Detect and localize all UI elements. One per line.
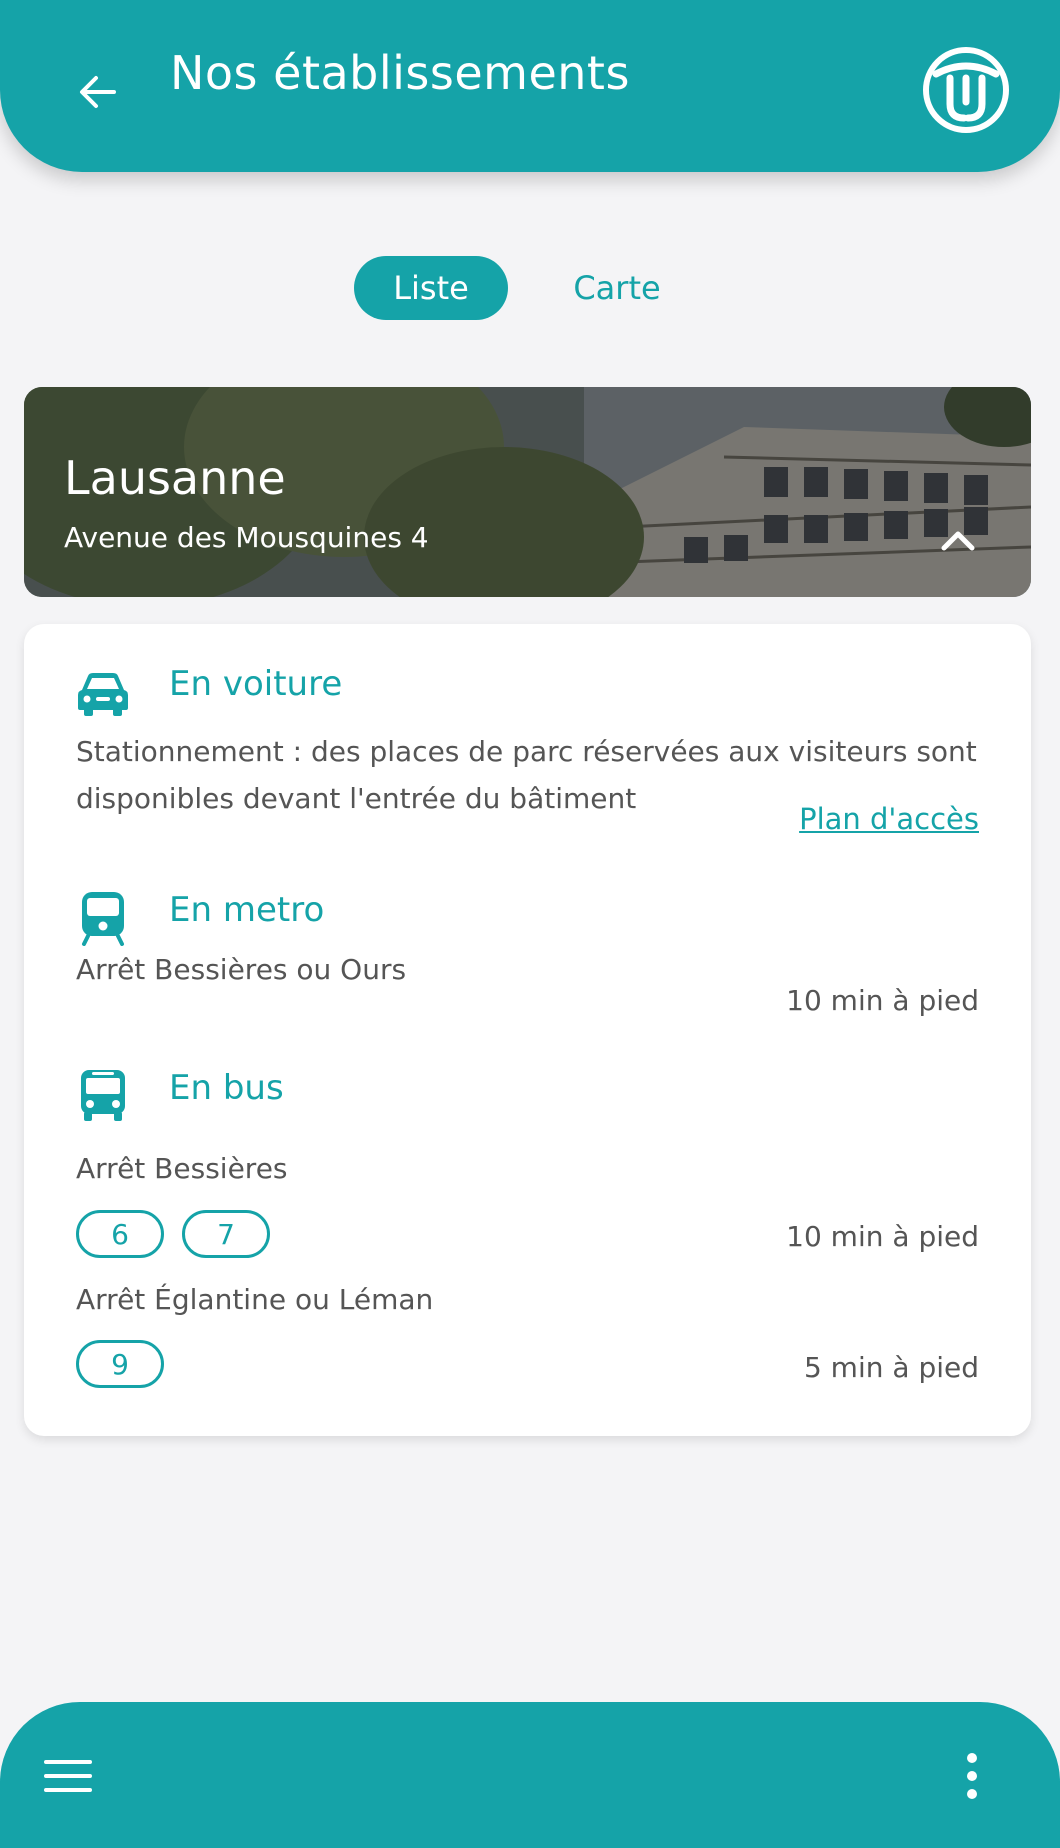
section-title-car: En voiture — [169, 664, 343, 704]
chevron-up-icon[interactable] — [930, 512, 986, 568]
bus-icon — [81, 1070, 125, 1121]
tab-list[interactable]: Liste — [354, 256, 508, 320]
bottom-nav-bar — [0, 1702, 1060, 1848]
metro-walk-time: 10 min à pied — [786, 984, 979, 1017]
tab-map[interactable]: Carte — [552, 256, 682, 320]
arrow-left-icon — [80, 76, 116, 108]
bus-stop-1-name: Arrêt Bessières — [76, 1152, 288, 1185]
access-card: En voiture Stationnement : des places de… — [24, 624, 1031, 1436]
metro-stop: Arrêt Bessières ou Ours — [76, 953, 407, 986]
more-vertical-icon[interactable] — [950, 1748, 994, 1804]
bus-stop-2-name: Arrêt Églantine ou Léman — [76, 1283, 434, 1316]
car-description-line2: disponibles devant l'entrée du bâtiment — [76, 782, 637, 815]
car-icon — [78, 673, 128, 716]
hamburger-menu-icon[interactable] — [40, 1752, 96, 1800]
section-title-bus: En bus — [169, 1068, 284, 1108]
bus-line-badge: 9 — [76, 1340, 164, 1388]
page-title: Nos établissements — [170, 46, 630, 100]
bus-stop-1-walk-time: 10 min à pied — [786, 1220, 979, 1253]
location-banner[interactable]: Lausanne Avenue des Mousquines 4 — [24, 387, 1031, 597]
access-map-link[interactable]: Plan d'accès — [799, 802, 979, 836]
location-address: Avenue des Mousquines 4 — [64, 521, 429, 554]
app-header: Nos établissements — [0, 0, 1060, 172]
section-title-metro: En metro — [169, 890, 325, 930]
location-city: Lausanne — [64, 451, 286, 505]
bus-line-badge: 7 — [182, 1210, 270, 1258]
train-icon — [82, 892, 124, 946]
company-logo-icon — [923, 47, 1009, 133]
car-description-line1: Stationnement : des places de parc réser… — [76, 735, 977, 768]
bus-line-badge: 6 — [76, 1210, 164, 1258]
back-button[interactable] — [66, 60, 130, 124]
bus-stop-2-walk-time: 5 min à pied — [803, 1351, 979, 1384]
